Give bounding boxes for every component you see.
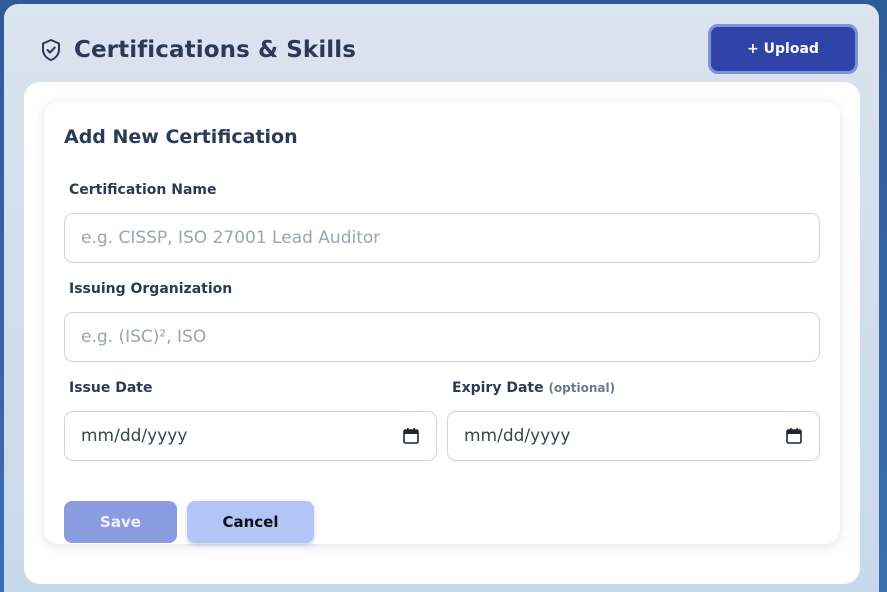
issue-date-input[interactable]: mm/dd/yyyy bbox=[64, 411, 437, 461]
expiry-date-label: Expiry Date (optional) bbox=[452, 380, 615, 396]
issuing-org-label: Issuing Organization bbox=[69, 281, 233, 297]
content-card: Add New Certification Certification Name… bbox=[24, 82, 860, 584]
cert-name-input[interactable]: e.g. CISSP, ISO 27001 Lead Auditor bbox=[64, 213, 820, 263]
expiry-date-input[interactable]: mm/dd/yyyy bbox=[447, 411, 820, 461]
calendar-icon[interactable] bbox=[402, 427, 420, 445]
form-title: Add New Certification bbox=[64, 126, 298, 148]
issuing-org-placeholder: e.g. (ISC)², ISO bbox=[81, 327, 207, 347]
cancel-button[interactable]: Cancel bbox=[187, 501, 314, 543]
expiry-date-label-text: Expiry Date bbox=[452, 380, 544, 396]
add-certification-form: Add New Certification Certification Name… bbox=[44, 102, 840, 544]
expiry-date-placeholder: mm/dd/yyyy bbox=[464, 426, 571, 446]
cert-name-placeholder: e.g. CISSP, ISO 27001 Lead Auditor bbox=[81, 228, 381, 248]
cert-name-label: Certification Name bbox=[69, 182, 217, 198]
page-title: Certifications & Skills bbox=[74, 37, 357, 63]
issue-date-label: Issue Date bbox=[69, 380, 153, 396]
issue-date-placeholder: mm/dd/yyyy bbox=[81, 426, 188, 446]
save-button[interactable]: Save bbox=[64, 501, 177, 543]
optional-note: (optional) bbox=[548, 381, 616, 395]
calendar-icon[interactable] bbox=[785, 427, 803, 445]
issuing-org-input[interactable]: e.g. (ISC)², ISO bbox=[64, 312, 820, 362]
upload-button[interactable]: + Upload bbox=[708, 24, 858, 74]
panel-header: Certifications & Skills bbox=[40, 32, 356, 68]
shield-check-icon bbox=[40, 38, 62, 62]
